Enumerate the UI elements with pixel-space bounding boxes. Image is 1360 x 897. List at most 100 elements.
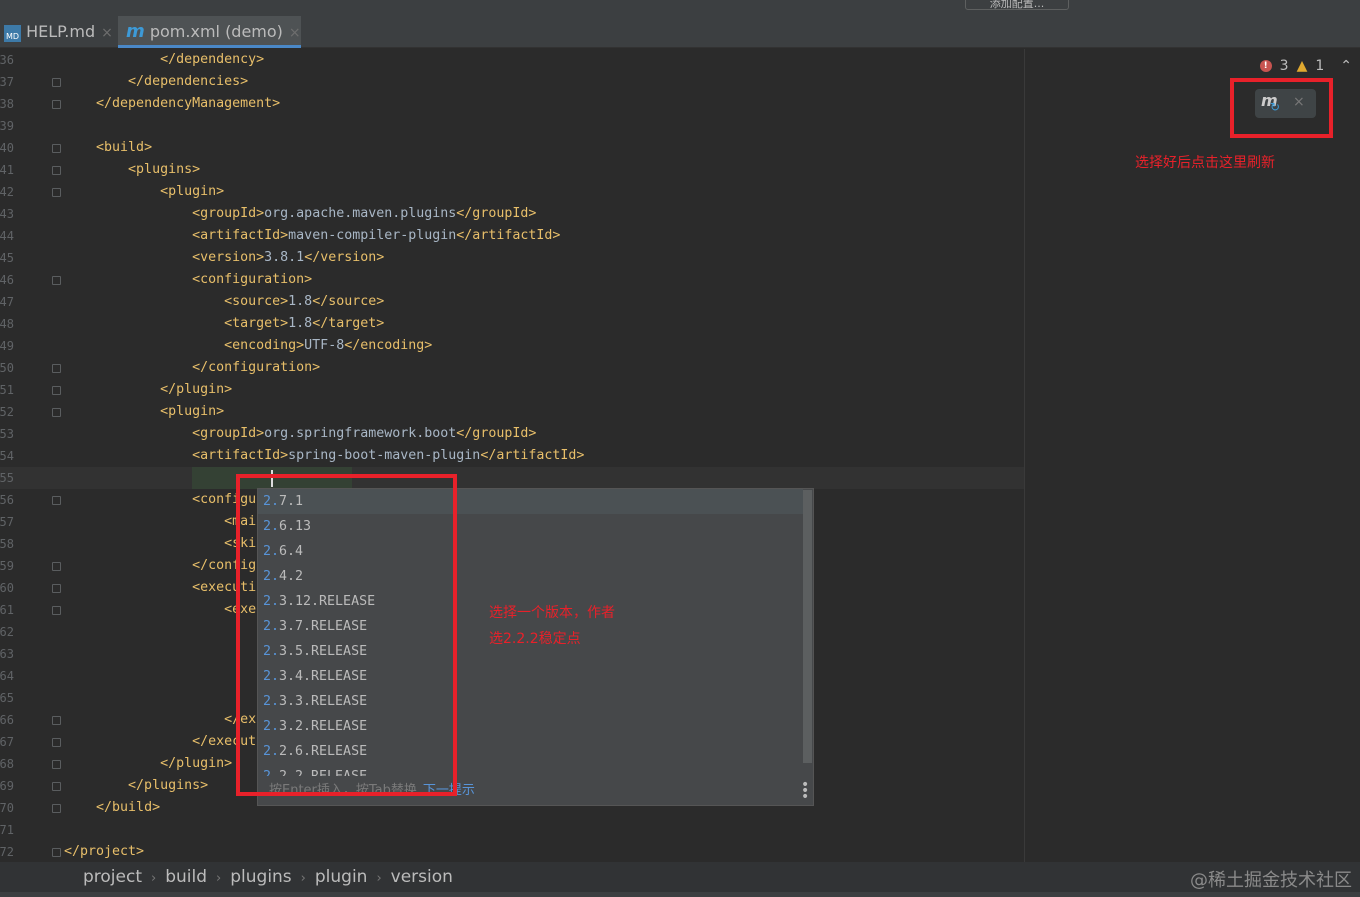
line-number: 68 (0, 757, 14, 771)
xml-text (64, 800, 96, 815)
code-text: <mai (64, 511, 256, 533)
xml-tag: <build> (96, 140, 153, 155)
chevron-right-icon: › (300, 871, 306, 886)
xml-text (64, 206, 192, 221)
xml-tag: </plugins> (128, 778, 209, 793)
code-text: <plugin> (64, 401, 224, 423)
fold-marker-icon[interactable] (52, 100, 61, 109)
code-line[interactable]: 48 <target>1.8</target> (0, 313, 1024, 335)
line-number: 66 (0, 713, 14, 727)
line-number: 72 (0, 845, 14, 859)
line-number: 60 (0, 581, 14, 595)
line-number: 37 (0, 75, 14, 89)
code-line[interactable]: 49 <encoding>UTF-8</encoding> (0, 335, 1024, 357)
code-line[interactable]: 41 <plugins> (0, 159, 1024, 181)
code-line[interactable]: 55 <version>2</version> (0, 467, 1024, 489)
xml-text (64, 448, 192, 463)
fold-marker-icon[interactable] (52, 78, 61, 87)
xml-text (64, 162, 128, 177)
xml-tag: <version> (192, 250, 265, 265)
code-line[interactable]: 71 (0, 819, 1024, 841)
xml-tag: </groupId> (456, 206, 537, 221)
line-number: 46 (0, 273, 14, 287)
fold-marker-icon[interactable] (52, 496, 61, 505)
line-number: 36 (0, 53, 14, 67)
fold-marker-icon[interactable] (52, 584, 61, 593)
code-line[interactable]: 50 </configuration> (0, 357, 1024, 379)
code-text: </build> (64, 797, 160, 819)
xml-text: UTF-8 (304, 338, 345, 353)
code-text: <version>3.8.1</version> (64, 247, 384, 269)
fold-marker-icon[interactable] (52, 716, 61, 725)
annotation-box-versions (236, 474, 457, 796)
close-tab-icon[interactable]: × (101, 25, 113, 41)
fold-marker-icon[interactable] (52, 166, 61, 175)
popup-scrollbar[interactable] (803, 490, 812, 763)
code-line[interactable]: 42 <plugin> (0, 181, 1024, 203)
fold-marker-icon[interactable] (52, 408, 61, 417)
code-line[interactable]: 53 <groupId>org.springframework.boot</gr… (0, 423, 1024, 445)
fold-marker-icon[interactable] (52, 144, 61, 153)
warning-icon: ▲ (1296, 58, 1308, 74)
tab-help-md[interactable]: MD HELP.md × (0, 16, 118, 48)
line-number: 52 (0, 405, 14, 419)
fold-marker-icon[interactable] (52, 188, 61, 197)
xml-text: 3.8.1 (264, 250, 305, 265)
breadcrumb-item[interactable]: plugin (315, 867, 368, 887)
close-tab-icon[interactable]: × (289, 25, 301, 41)
code-line[interactable]: 38 </dependencyManagement> (0, 93, 1024, 115)
fold-marker-icon[interactable] (52, 276, 61, 285)
fold-marker-icon[interactable] (52, 782, 61, 791)
code-line[interactable]: 51 </plugin> (0, 379, 1024, 401)
fold-marker-icon[interactable] (52, 848, 61, 857)
code-line[interactable]: 36 </dependency> (0, 49, 1024, 71)
breadcrumb-item[interactable]: project (83, 867, 142, 887)
code-text: <artifactId>spring-boot-maven-plugin</ar… (64, 445, 584, 467)
code-line[interactable]: 37 </dependencies> (0, 71, 1024, 93)
code-line[interactable]: 52 <plugin> (0, 401, 1024, 423)
code-text: </configuration> (64, 357, 320, 379)
code-line[interactable]: 47 <source>1.8</source> (0, 291, 1024, 313)
line-number: 44 (0, 229, 14, 243)
code-line[interactable]: 54 <artifactId>spring-boot-maven-plugin<… (0, 445, 1024, 467)
code-line[interactable]: 44 <artifactId>maven-compiler-plugin</ar… (0, 225, 1024, 247)
code-line[interactable]: 46 <configuration> (0, 269, 1024, 291)
xml-tag: <source> (224, 294, 289, 309)
add-configuration-button[interactable]: 添加配置... (965, 0, 1069, 10)
xml-text: org.springframework.boot (264, 426, 457, 441)
breadcrumb-item[interactable]: version (391, 867, 453, 887)
xml-text: maven-compiler-plugin (288, 228, 457, 243)
line-number: 58 (0, 537, 14, 551)
line-number: 42 (0, 185, 14, 199)
more-options-icon[interactable]: • • • (801, 778, 809, 804)
fold-marker-icon[interactable] (52, 760, 61, 769)
code-line[interactable]: 43 <groupId>org.apache.maven.plugins</gr… (0, 203, 1024, 225)
breadcrumb-item[interactable]: build (165, 867, 207, 887)
xml-text (64, 184, 160, 199)
chevron-up-icon[interactable]: ⌃ (1340, 58, 1352, 74)
fold-marker-icon[interactable] (52, 562, 61, 571)
code-text: </execut (64, 731, 256, 753)
fold-marker-icon[interactable] (52, 364, 61, 373)
code-text: <artifactId>maven-compiler-plugin</artif… (64, 225, 560, 247)
code-line[interactable]: 45 <version>3.8.1</version> (0, 247, 1024, 269)
fold-marker-icon[interactable] (52, 738, 61, 747)
fold-marker-icon[interactable] (52, 804, 61, 813)
line-number: 51 (0, 383, 14, 397)
line-number: 40 (0, 141, 14, 155)
xml-tag: </groupId> (456, 426, 537, 441)
code-line[interactable]: 40 <build> (0, 137, 1024, 159)
fold-marker-icon[interactable] (52, 386, 61, 395)
code-text: </plugin> (64, 753, 232, 775)
tab-pom-xml[interactable]: m pom.xml (demo) × (118, 16, 301, 48)
fold-marker-icon[interactable] (52, 606, 61, 615)
line-number: 50 (0, 361, 14, 375)
inspection-widget[interactable]: ! 3 ▲ 1 ⌃ (1259, 58, 1352, 74)
breadcrumb-item[interactable]: plugins (230, 867, 291, 887)
code-line[interactable]: 39 (0, 115, 1024, 137)
code-line[interactable]: 72 </project> (0, 841, 1024, 862)
xml-tag: </source> (312, 294, 385, 309)
right-margin-guide (1024, 49, 1025, 862)
xml-text: spring-boot-maven-plugin (288, 448, 481, 463)
xml-text (64, 294, 224, 309)
